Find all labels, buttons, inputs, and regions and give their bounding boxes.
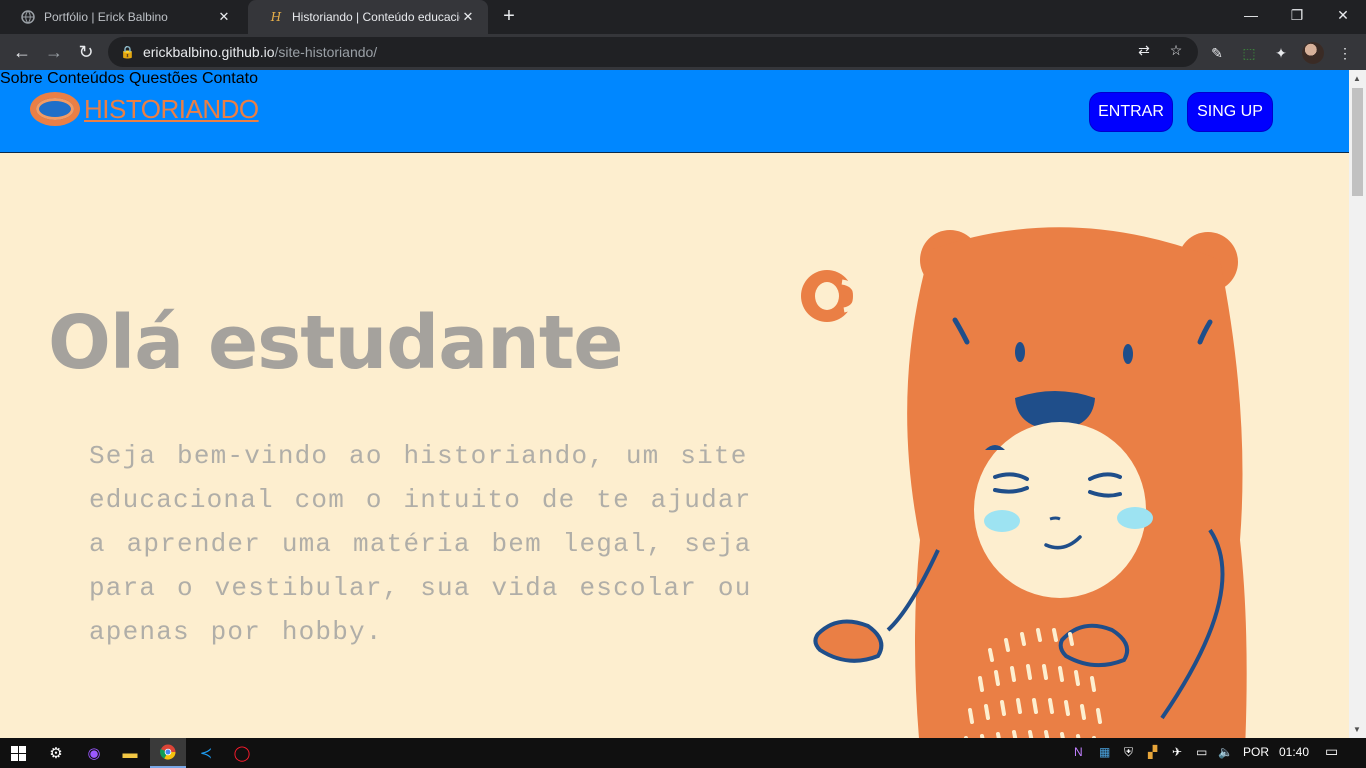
notification-center-icon[interactable]: ▭ — [1325, 743, 1338, 760]
new-tab-button[interactable]: + — [498, 5, 520, 27]
tab-title: Portfólio | Erick Balbino — [44, 10, 168, 24]
signup-button[interactable]: SING UP — [1187, 92, 1273, 132]
vscode-icon[interactable]: ≺ — [188, 738, 224, 768]
tab-title: Historiando | Conteúdo educacio — [292, 10, 460, 24]
airplane-mode-icon[interactable]: ✈ — [1172, 745, 1182, 759]
back-arrow-icon[interactable]: ← — [10, 40, 34, 64]
settings-gear-icon[interactable]: ⚙ — [38, 738, 74, 768]
url-path: /site-historiando/ — [274, 44, 378, 60]
scroll-down-arrow-icon[interactable]: ▼ — [1353, 725, 1361, 734]
tray-app-icon[interactable]: ▦ — [1099, 745, 1110, 759]
nav-link-sobre[interactable]: Sobre — [0, 70, 43, 87]
onenote-tray-icon[interactable]: N — [1074, 745, 1083, 759]
logo-ring-icon — [30, 92, 80, 126]
address-bar[interactable]: 🔒 erickbalbino.github.io/site-historiand… — [108, 37, 1198, 67]
opera-icon[interactable]: ◯ — [224, 738, 260, 768]
scrollbar-thumb[interactable] — [1352, 88, 1363, 196]
nav-link-conteudos[interactable]: Conteúdos — [47, 70, 124, 87]
login-button[interactable]: ENTRAR — [1089, 92, 1173, 132]
bear-illustration — [801, 227, 1247, 738]
translate-icon[interactable]: ⇄ — [1134, 40, 1154, 60]
menu-kebab-icon[interactable]: ⋮ — [1334, 42, 1356, 64]
profile-avatar[interactable] — [1302, 42, 1324, 64]
bookmark-star-icon[interactable]: ☆ — [1166, 40, 1186, 60]
pen-extension-icon[interactable]: ✎ — [1206, 42, 1228, 64]
close-icon[interactable]: ✕ — [216, 9, 232, 25]
browser-tabbar: Portfólio | Erick Balbino ✕ H Historiand… — [0, 0, 1366, 34]
browser-tab-portfolio[interactable]: Portfólio | Erick Balbino ✕ — [0, 0, 244, 34]
browser-toolbar: ← → ↻ 🔒 erickbalbino.github.io/site-hist… — [0, 34, 1366, 70]
file-explorer-icon[interactable]: ▬ — [112, 738, 148, 768]
url-host: erickbalbino.github.io — [142, 44, 275, 60]
historiando-favicon-icon: H — [270, 10, 282, 24]
close-icon[interactable]: ✕ — [460, 9, 476, 25]
security-shield-icon[interactable]: ⛨ — [1124, 745, 1133, 760]
hero-text: Seja bem-vindo ao historiando, um site e… — [89, 441, 752, 647]
windows-start-icon[interactable] — [0, 738, 36, 768]
page-scrollbar[interactable]: ▲ ▼ — [1349, 70, 1366, 738]
globe-icon — [20, 9, 36, 25]
site-header: HISTORIANDO Sobre Conteúdos Questões Con… — [0, 70, 1349, 153]
scroll-up-arrow-icon[interactable]: ▲ — [1353, 74, 1361, 83]
language-indicator[interactable]: POR — [1243, 745, 1269, 759]
main-nav: Sobre Conteúdos Questões Contato — [0, 70, 1349, 88]
battery-icon[interactable]: ▭ — [1196, 745, 1207, 759]
browser-tab-historiando[interactable]: H Historiando | Conteúdo educacio ✕ — [248, 0, 488, 34]
volume-icon[interactable]: 🔈 — [1218, 745, 1233, 759]
floating-logo-decoration — [801, 270, 859, 322]
forward-arrow-icon[interactable]: → — [42, 40, 66, 64]
logo-text: HISTORIANDO — [84, 93, 259, 124]
extensions-puzzle-icon[interactable]: ✦ — [1270, 42, 1292, 64]
window-close-icon[interactable]: ✕ — [1320, 0, 1366, 30]
site-logo[interactable]: HISTORIANDO — [30, 92, 259, 126]
tray-colorful-icon[interactable]: ▞ — [1148, 745, 1157, 759]
chrome-icon[interactable] — [150, 738, 186, 768]
windows-taskbar: ⚙ ◉ ▬ ≺ ◯ N ▦ ⛨ ▞ ✈ ▭ 🔈 POR 01:40 ▭ — [0, 738, 1366, 768]
reload-icon[interactable]: ↻ — [74, 40, 98, 64]
page-viewport: HISTORIANDO Sobre Conteúdos Questões Con… — [0, 70, 1366, 738]
hero-title: Olá estudante — [48, 300, 623, 386]
lock-icon: 🔒 — [120, 45, 135, 59]
restore-icon[interactable]: ❐ — [1274, 0, 1320, 30]
github-desktop-icon[interactable]: ◉ — [76, 738, 112, 768]
nav-link-contato[interactable]: Contato — [202, 70, 258, 87]
minimize-icon[interactable]: — — [1228, 0, 1274, 30]
nav-link-questoes[interactable]: Questões — [129, 70, 197, 87]
clock-time[interactable]: 01:40 — [1279, 745, 1309, 759]
screenshot-extension-icon[interactable]: ⬚ — [1238, 42, 1260, 64]
